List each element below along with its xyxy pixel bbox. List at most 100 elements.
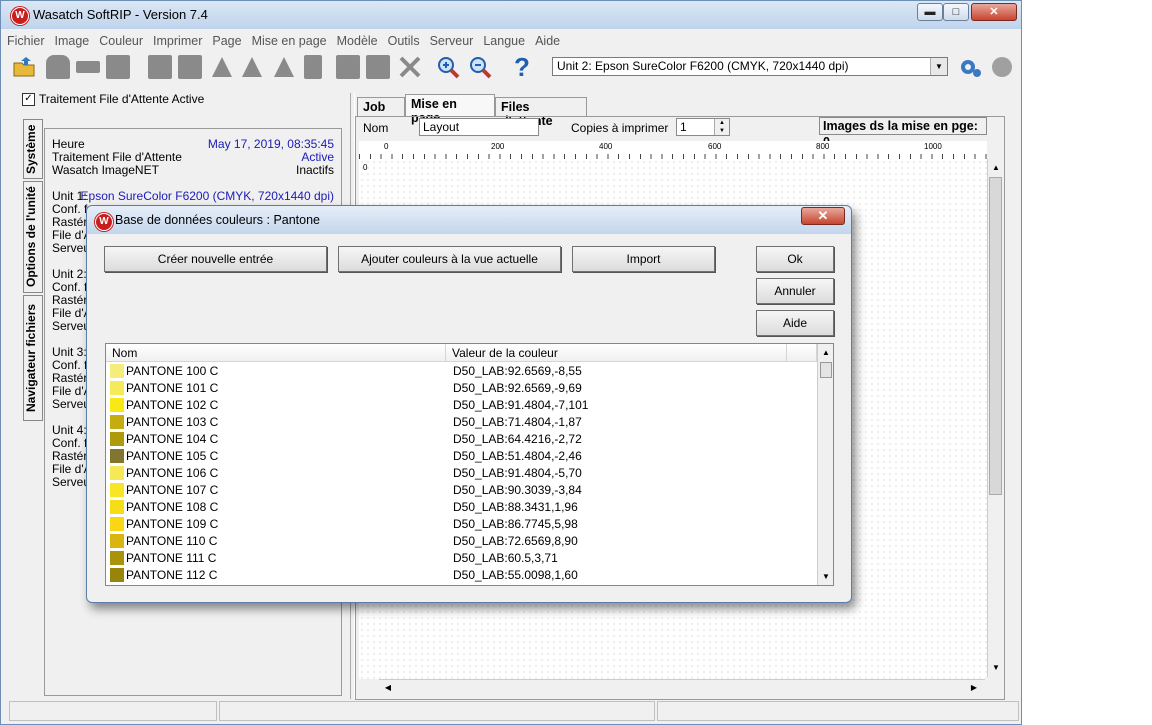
dialog-logo-icon: W: [95, 213, 113, 231]
open-folder-icon[interactable]: [12, 55, 36, 79]
chevron-down-icon[interactable]: ▼: [930, 58, 947, 75]
menu-serveur[interactable]: Serveur: [425, 31, 479, 51]
tab-files-attente[interactable]: Files d'attente: [495, 97, 587, 128]
column-header-name[interactable]: Nom: [106, 344, 446, 362]
menu-fichier[interactable]: Fichier: [2, 31, 50, 51]
imagenet-label: Wasatch ImageNET: [52, 163, 159, 177]
printer-icon[interactable]: [106, 55, 130, 79]
menu-outils[interactable]: Outils: [383, 31, 425, 51]
list-item[interactable]: PANTONE 107 C D50_LAB:90.3039,-3,84: [106, 482, 816, 499]
unit2-serv: Serveu: [52, 319, 91, 333]
list-item[interactable]: PANTONE 111 C D50_LAB:60.5,3,71: [106, 550, 816, 567]
list-scroll-down-icon[interactable]: ▼: [819, 570, 833, 584]
page-icon[interactable]: [178, 55, 202, 79]
list-scroll-up-icon[interactable]: ▲: [819, 346, 833, 360]
color-list[interactable]: Nom Valeur de la couleur PANTONE 100 C D5…: [105, 343, 834, 586]
list-item[interactable]: PANTONE 105 C D50_LAB:51.4804,-2,46: [106, 448, 816, 465]
copies-stepper[interactable]: 1 ▲ ▼: [676, 118, 730, 136]
list-item[interactable]: PANTONE 100 C D50_LAB:92.6569,-8,55: [106, 363, 816, 380]
list-item[interactable]: PANTONE 104 C D50_LAB:64.4216,-2,72: [106, 431, 816, 448]
tile-icon[interactable]: [336, 55, 360, 79]
cancel-button[interactable]: Annuler: [756, 278, 834, 304]
list-item[interactable]: PANTONE 108 C D50_LAB:88.3431,1,96: [106, 499, 816, 516]
dialog-title: Base de données couleurs : Pantone: [115, 213, 321, 227]
app-logo-icon: W: [11, 7, 29, 25]
images-count: Images ds la mise en pge: 0: [819, 117, 987, 149]
copies-value: 1: [680, 120, 687, 134]
rotate-left-icon[interactable]: [240, 55, 264, 79]
properties-icon[interactable]: [148, 55, 172, 79]
menu-page[interactable]: Page: [207, 31, 246, 51]
settings-gears-icon[interactable]: [958, 55, 982, 79]
menu-couleur[interactable]: Couleur: [94, 31, 148, 51]
list-item[interactable]: PANTONE 101 C D50_LAB:92.6569,-9,69: [106, 380, 816, 397]
tab-navigateur-fichiers[interactable]: Navigateur fichiers: [23, 295, 43, 421]
scroll-left-icon[interactable]: ◀: [381, 681, 395, 695]
zoom-out-icon[interactable]: [468, 55, 492, 79]
menu-mise-en-page[interactable]: Mise en page: [247, 31, 332, 51]
nom-label: Nom: [363, 121, 389, 135]
unit-select[interactable]: Unit 2: Epson SureColor F6200 (CMYK, 720…: [552, 57, 948, 76]
title-bar[interactable]: W Wasatch SoftRIP - Version 7.4 ▬ □ ✕: [1, 1, 1021, 29]
color-name: PANTONE 102 C: [126, 398, 219, 412]
zoom-in-icon[interactable]: [436, 55, 460, 79]
add-colors-button[interactable]: Ajouter couleurs à la vue actuelle: [338, 246, 561, 272]
minimize-button[interactable]: ▬: [917, 3, 943, 21]
scroll-right-icon[interactable]: ▶: [967, 681, 981, 695]
list-item[interactable]: PANTONE 109 C D50_LAB:86.7745,5,98: [106, 516, 816, 533]
server-status-icon[interactable]: [990, 55, 1014, 79]
scroll-up-icon[interactable]: ▲: [989, 161, 1003, 175]
maximize-button[interactable]: □: [943, 3, 969, 21]
list-item[interactable]: PANTONE 102 C D50_LAB:91.4804,-7,101: [106, 397, 816, 414]
close-button[interactable]: ✕: [971, 3, 1017, 21]
horizontal-scrollbar[interactable]: ◀ ▶: [379, 679, 985, 696]
tab-systeme[interactable]: Système: [23, 119, 43, 179]
help-button[interactable]: Aide: [756, 310, 834, 336]
rotate-right-icon[interactable]: [272, 55, 296, 79]
list-item[interactable]: PANTONE 110 C D50_LAB:72.6569,8,90: [106, 533, 816, 550]
copy-icon[interactable]: [366, 55, 390, 79]
menu-image[interactable]: Image: [50, 31, 95, 51]
tab-job[interactable]: Job: [357, 97, 405, 117]
scroll-thumb[interactable]: [989, 177, 1002, 495]
menu-modele[interactable]: Modèle: [332, 31, 383, 51]
color-swatch: [110, 534, 124, 548]
list-item[interactable]: PANTONE 106 C D50_LAB:91.4804,-5,70: [106, 465, 816, 482]
tab-mise-en-page[interactable]: Mise en page: [405, 94, 495, 125]
dialog-title-bar[interactable]: W Base de données couleurs : Pantone ✕: [87, 206, 851, 234]
unit3-serv: Serveu: [52, 397, 91, 411]
spinner-arrows-icon[interactable]: ▲ ▼: [714, 119, 729, 135]
color-swatch: [110, 415, 124, 429]
ok-button[interactable]: Ok: [756, 246, 834, 272]
list-item[interactable]: PANTONE 103 C D50_LAB:71.4804,-1,87: [106, 414, 816, 431]
scanner-icon[interactable]: [76, 61, 100, 73]
color-name: PANTONE 111 C: [126, 551, 217, 565]
nom-input[interactable]: Layout: [419, 118, 539, 136]
dialog-close-button[interactable]: ✕: [801, 207, 845, 225]
vruler-tick-0: 0: [363, 163, 368, 172]
create-entry-button[interactable]: Créer nouvelle entrée: [104, 246, 327, 272]
list-rows: PANTONE 100 C D50_LAB:92.6569,-8,55 PANTON…: [106, 363, 817, 585]
help-icon[interactable]: ?: [510, 54, 534, 80]
color-swatch: [110, 500, 124, 514]
crop-icon[interactable]: [210, 55, 234, 79]
tab-options-unite[interactable]: Options de l'unité: [23, 181, 43, 293]
unit1-value: Epson SureColor F6200 (CMYK, 720x1440 dp…: [80, 189, 334, 203]
column-header-value[interactable]: Valeur de la couleur: [446, 344, 787, 362]
queue-active-checkbox[interactable]: ✓: [22, 93, 35, 106]
menu-imprimer[interactable]: Imprimer: [148, 31, 207, 51]
list-scroll-thumb[interactable]: [820, 362, 832, 378]
vertical-scrollbar[interactable]: ▲ ▼: [987, 159, 1004, 677]
color-name: PANTONE 100 C: [126, 364, 219, 378]
color-name: PANTONE 106 C: [126, 466, 219, 480]
scroll-down-icon[interactable]: ▼: [989, 661, 1003, 675]
mirror-icon[interactable]: [304, 55, 322, 79]
list-scrollbar[interactable]: ▲ ▼: [817, 344, 833, 585]
delete-icon[interactable]: [398, 55, 422, 79]
save-icon[interactable]: [46, 55, 70, 79]
import-button[interactable]: Import: [572, 246, 715, 272]
ruler-tick-800: 800: [816, 142, 830, 151]
list-item[interactable]: PANTONE 112 C D50_LAB:55.0098,1,60: [106, 567, 816, 584]
menu-aide[interactable]: Aide: [530, 31, 565, 51]
menu-langue[interactable]: Langue: [478, 31, 530, 51]
